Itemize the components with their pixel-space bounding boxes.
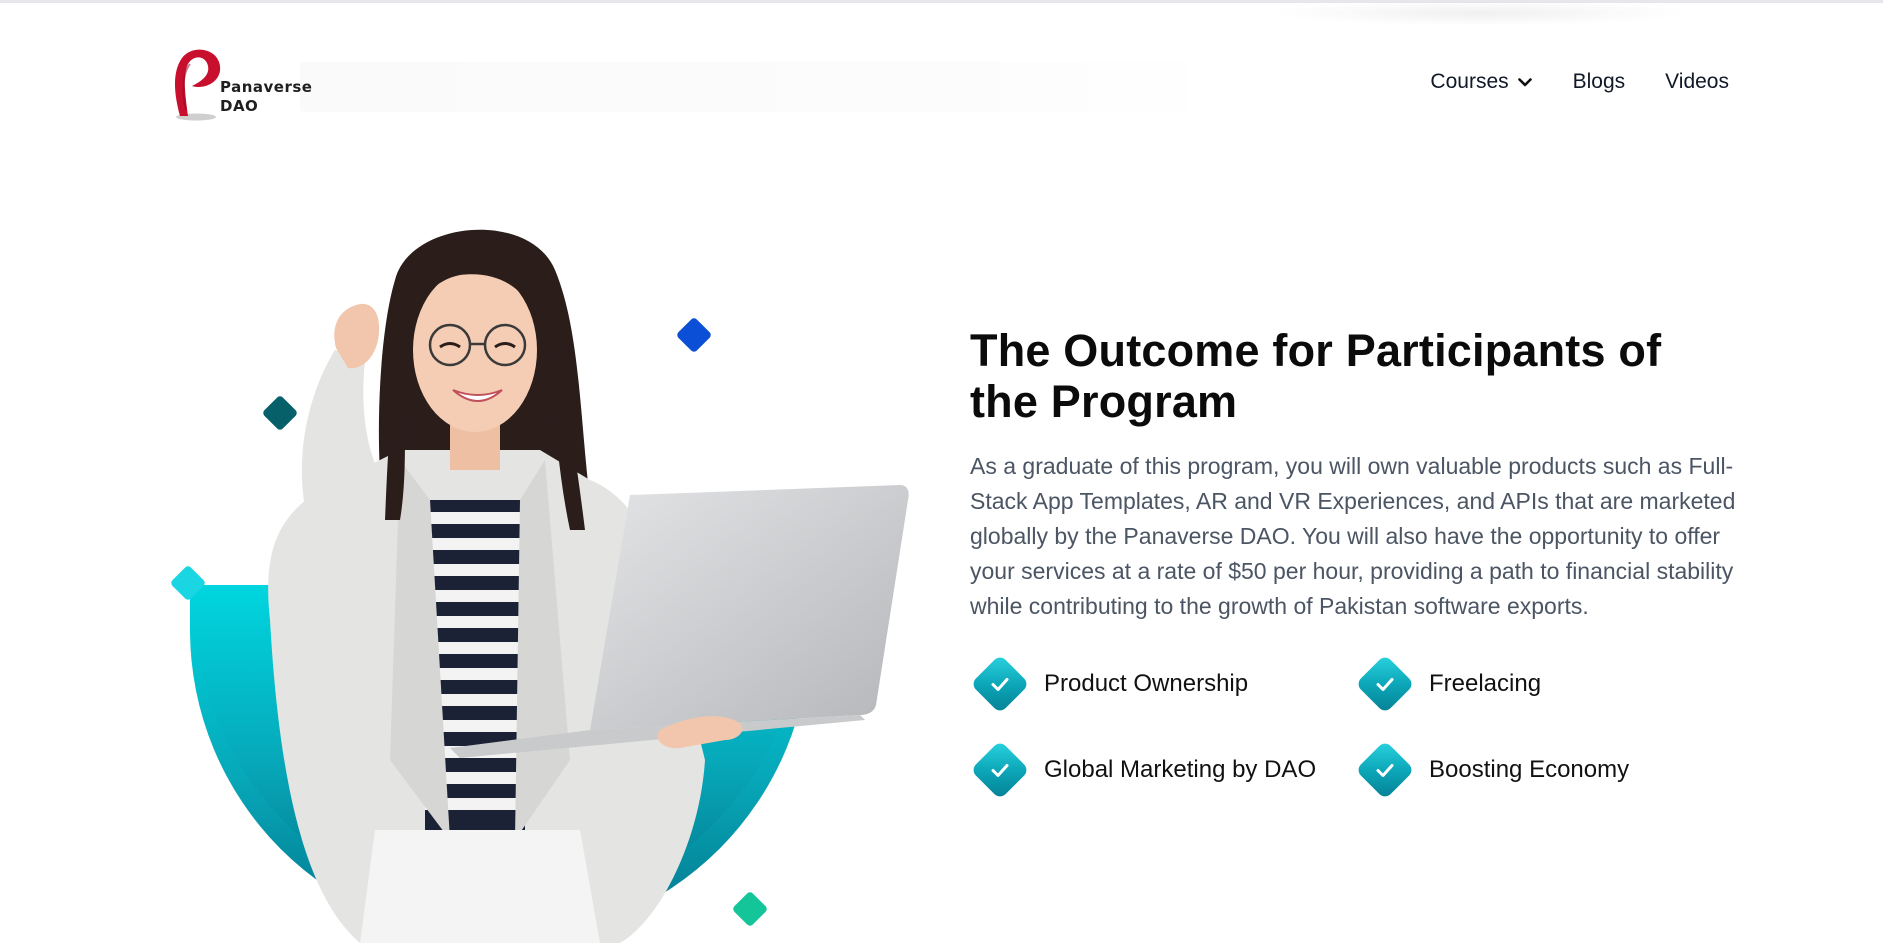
nav-courses-label: Courses — [1430, 70, 1509, 93]
feature-list: Product Ownership Freelacing Global Mark… — [970, 654, 1740, 800]
feature-label: Freelacing — [1429, 670, 1542, 697]
main-nav: Courses Blogs Videos — [1430, 70, 1729, 94]
nav-videos-label: Videos — [1665, 70, 1729, 93]
section-description: As a graduate of this program, you will … — [970, 453, 1736, 619]
feature-label: Product Ownership — [1044, 670, 1249, 697]
check-icon — [1355, 654, 1415, 714]
logo-line-2: DAO — [220, 97, 259, 115]
nav-courses[interactable]: Courses — [1430, 70, 1532, 94]
check-icon — [970, 654, 1030, 714]
feature-item: Product Ownership — [970, 654, 1355, 714]
nav-blogs[interactable]: Blogs — [1573, 70, 1626, 94]
chevron-down-icon — [1517, 78, 1532, 87]
hero-illustration — [160, 200, 920, 943]
feature-label: Boosting Economy — [1429, 756, 1630, 783]
woman-with-laptop-image — [190, 229, 909, 943]
outcome-section: The Outcome for Participants of the Prog… — [970, 325, 1740, 800]
site-header: Panaverse DAO Courses Blogs Videos — [0, 0, 1883, 150]
section-title: The Outcome for Participants of the Prog… — [970, 325, 1662, 427]
logo[interactable]: Panaverse DAO — [170, 44, 320, 124]
logo-line-1: Panaverse — [220, 78, 313, 96]
feature-label: Global Marketing by DAO — [1044, 756, 1317, 783]
feature-item: Freelacing — [1355, 654, 1740, 714]
feature-item: Global Marketing by DAO — [970, 740, 1355, 800]
logo-text: Panaverse DAO — [220, 78, 312, 116]
header-ghost-bar — [300, 62, 1235, 112]
check-icon — [1355, 740, 1415, 800]
nav-blogs-label: Blogs — [1572, 70, 1626, 93]
nav-videos[interactable]: Videos — [1665, 70, 1729, 94]
feature-item: Boosting Economy — [1355, 740, 1740, 800]
check-icon — [970, 740, 1030, 800]
